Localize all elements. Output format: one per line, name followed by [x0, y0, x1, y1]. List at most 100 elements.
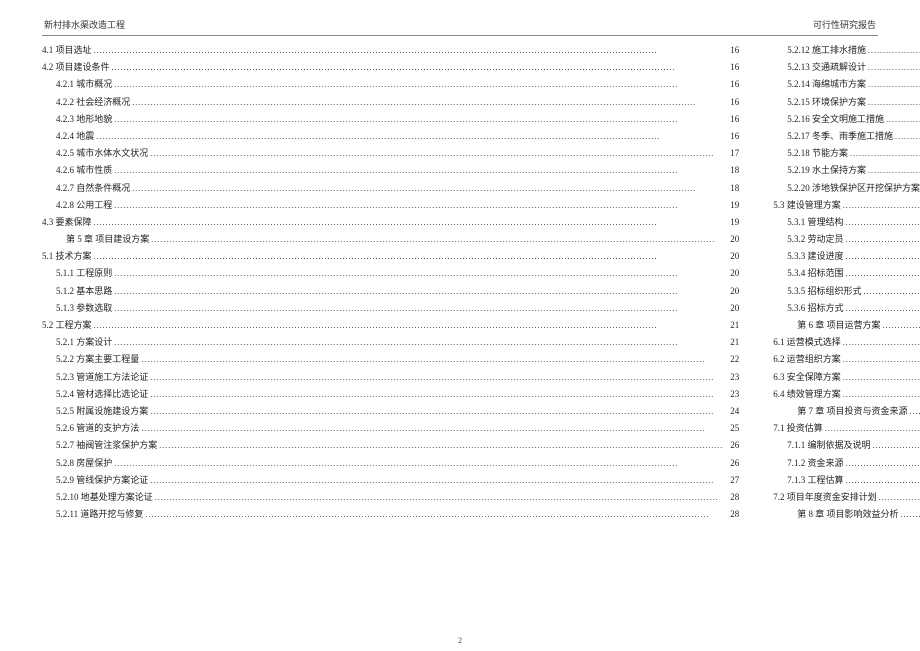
page-header: 新村排水渠改造工程 可行性研究报告: [42, 18, 878, 36]
toc-entry-label: 5.2.13 交通疏解设计: [787, 63, 866, 72]
toc-entry-label: 5.2.12 施工排水措施: [787, 46, 866, 55]
toc-leader-dots: [868, 46, 920, 55]
toc-leader-dots: [883, 321, 920, 330]
toc-entry: 6.3 安全保障方案43: [773, 373, 920, 382]
toc-leader-dots: [96, 132, 723, 141]
toc-leader-dots: [868, 166, 920, 175]
toc-entry-page: 28: [725, 493, 739, 502]
toc-leader-dots: [864, 287, 920, 296]
toc-entry-label: 5.2.11 道路开挖与修复: [56, 510, 143, 519]
toc-entry-page: 16: [725, 98, 739, 107]
toc-entry: 5.3.4 招标范围41: [773, 269, 920, 278]
toc-entry: 5.3.2 劳动定员41: [773, 235, 920, 244]
toc-leader-dots: [886, 115, 920, 124]
toc-entry: 5.2.8 房屋保护26: [42, 459, 739, 468]
toc-entry-page: 17: [725, 149, 739, 158]
toc-entry-label: 4.2.5 城市水体水文状况: [56, 149, 148, 158]
toc-entry: 7.2 项目年度资金安排计划46: [773, 493, 920, 502]
toc-entry: 5.2.5 附属设施建设方案24: [42, 407, 739, 416]
toc-entry-label: 5.2.7 袖阀管注浆保护方案: [56, 441, 157, 450]
toc-leader-dots: [825, 424, 920, 433]
toc-entry-page: 20: [725, 287, 739, 296]
toc-entry: 5.2.4 管材选择比选论证 23: [42, 390, 739, 399]
toc-entry-label: 5.2.4 管材选择比选论证: [56, 390, 148, 399]
toc-entry: 5.2.9 管线保护方案论证 27: [42, 476, 739, 485]
toc-entry-label: 5.2.20 涉地铁保护区开挖保护方案: [787, 184, 920, 193]
toc-leader-dots: [846, 218, 920, 227]
toc-leader-dots: [843, 373, 920, 382]
toc-leader-dots: [132, 184, 723, 193]
toc-leader-dots: [112, 63, 724, 72]
toc-entry-label: 5.2.5 附属设施建设方案: [56, 407, 148, 416]
header-left: 新村排水渠改造工程: [44, 18, 125, 31]
toc-leader-dots: [843, 390, 920, 399]
toc-entry-page: 20: [725, 304, 739, 313]
toc-entry-label: 5.3 建设管理方案: [773, 201, 841, 210]
toc-entry-page: 20: [725, 269, 739, 278]
toc-entry: 5.3 建设管理方案41: [773, 201, 920, 210]
toc-entry: 5.2.7 袖阀管注浆保护方案26: [42, 441, 739, 450]
toc-entry-label: 4.2.2 社会经济概况: [56, 98, 130, 107]
toc-entry: 5.2.10 地基处理方案论证28: [42, 493, 739, 502]
toc-entry-page: 26: [725, 459, 739, 468]
toc-leader-dots: [94, 218, 724, 227]
toc-entry-label: 5.2.15 环境保护方案: [787, 98, 866, 107]
toc-entry: 5.1 技术方案20: [42, 252, 739, 261]
toc-entry: 4.2.6 城市性质18: [42, 166, 739, 175]
toc-column-left: 4.1 项目选址 16 4.2 项目建设条件 16 4.2.1 城市概况 16 4.2.2 …: [42, 46, 739, 527]
toc-entry-label: 5.3.3 建设进度: [787, 252, 843, 261]
toc-leader-dots: [846, 459, 920, 468]
toc-entry-page: 28: [725, 510, 739, 519]
toc-entry-label: 5.2.9 管线保护方案论证: [56, 476, 148, 485]
toc-leader-dots: [94, 252, 724, 261]
toc-leader-dots: [114, 304, 723, 313]
toc-leader-dots: [843, 338, 920, 347]
toc-leader-dots: [895, 132, 920, 141]
toc-entry-label: 第 8 章 项目影响效益分析: [797, 510, 898, 519]
toc-entry-label: 4.2.1 城市概况: [56, 80, 112, 89]
toc-leader-dots: [114, 80, 723, 89]
toc-entry-label: 第 5 章 项目建设方案: [66, 235, 149, 244]
toc-entry-label: 5.2.18 节能方案: [787, 149, 848, 158]
toc-leader-dots: [159, 441, 723, 450]
toc-leader-dots: [114, 459, 723, 468]
toc-leader-dots: [114, 115, 723, 124]
toc-entry: 5.2.14 海绵城市方案32: [773, 80, 920, 89]
toc-leader-dots: [868, 80, 920, 89]
toc-entry-label: 4.2.3 地形地貌: [56, 115, 112, 124]
toc-entry-page: 18: [725, 166, 739, 175]
toc-entry: 4.2.4 地震16: [42, 132, 739, 141]
toc-entry-label: 5.3.4 招标范围: [787, 269, 843, 278]
toc-leader-dots: [846, 269, 920, 278]
toc-entry-page: 16: [725, 46, 739, 55]
toc-entry-label: 5.3.5 招标组织形式: [787, 287, 861, 296]
toc-leader-dots: [114, 338, 723, 347]
toc-entry-page: 16: [725, 80, 739, 89]
toc-leader-dots: [141, 424, 723, 433]
toc-entry-label: 4.1 项目选址: [42, 46, 92, 55]
toc-leader-dots: [843, 201, 920, 210]
toc-entry-label: 6.1 运营模式选择: [773, 338, 841, 347]
toc-entry-label: 第 7 章 项目投资与资金来源: [797, 407, 907, 416]
toc-entry-page: 23: [725, 390, 739, 399]
toc-entry-label: 7.1.2 资金来源: [787, 459, 843, 468]
toc-entry: 第 7 章 项目投资与资金来源45: [773, 407, 920, 416]
toc-columns: 4.1 项目选址 16 4.2 项目建设条件 16 4.2.1 城市概况 16 4.2.2 …: [42, 46, 878, 527]
toc-entry-page: 27: [725, 476, 739, 485]
toc-entry: 5.1.2 基本思路20: [42, 287, 739, 296]
toc-leader-dots: [846, 476, 920, 485]
toc-entry: 5.2.19 水土保持方案39: [773, 166, 920, 175]
toc-leader-dots: [150, 149, 723, 158]
toc-leader-dots: [114, 166, 723, 175]
toc-entry: 第 5 章 项目建设方案20: [42, 235, 739, 244]
toc-leader-dots: [846, 252, 920, 261]
toc-entry-label: 4.2 项目建设条件: [42, 63, 110, 72]
toc-leader-dots: [94, 46, 724, 55]
toc-entry: 5.2.1 方案设计21: [42, 338, 739, 347]
toc-entry: 5.2.12 施工排水措施29: [773, 46, 920, 55]
toc-entry: 5.3.5 招标组织形式41: [773, 287, 920, 296]
toc-entry-page: 16: [725, 63, 739, 72]
toc-entry-label: 4.2.8 公用工程: [56, 201, 112, 210]
toc-entry-page: 18: [725, 184, 739, 193]
toc-leader-dots: [141, 355, 723, 364]
